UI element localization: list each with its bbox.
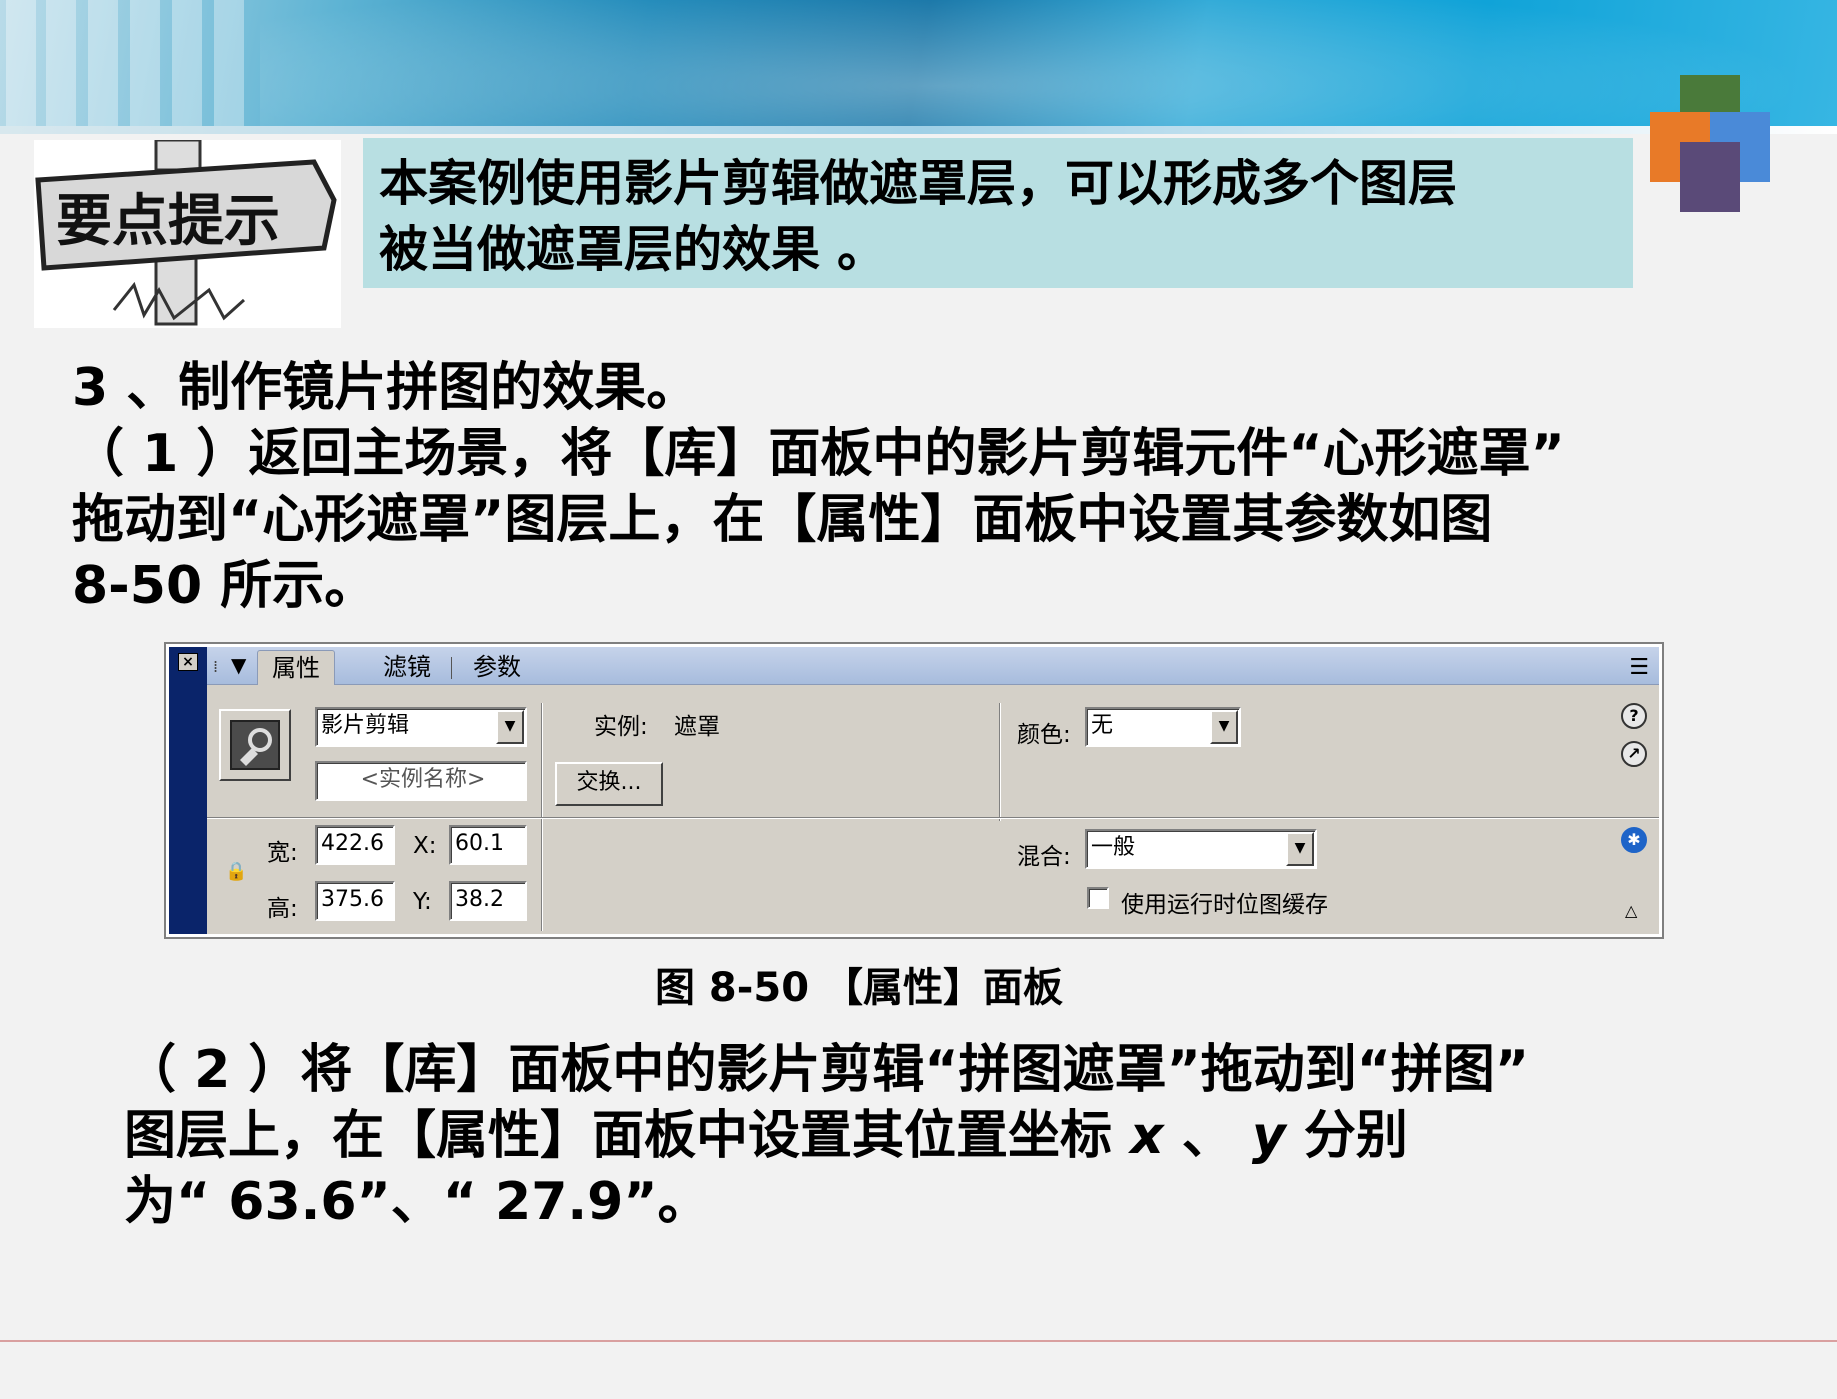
step2-text: 分别 [1285,1106,1408,1166]
step2-line: （ 2 ）将【库】面板中的影片剪辑“拼图遮罩”拖动到“拼图” [124,1040,1530,1100]
banner-stripe [130,0,160,134]
swap-button[interactable]: 交换... [555,762,663,806]
properties-panel: × ⁞ ▼ 属性 滤镜 参数 ☰ 影片剪辑 ▼ <实例名称> 实例: 遮罩 交换… [164,642,1664,939]
step1-line: 8-50 所示。 [72,556,377,616]
instance-label: 实例: [594,714,648,740]
collapse-arrow-icon[interactable]: ▼ [231,653,246,677]
bitmap-cache-checkbox[interactable] [1087,887,1109,909]
step1-line: 拖动到“心形遮罩”图层上，在【属性】面板中设置其参数如图 [72,490,1493,550]
banner-stripe [214,0,244,134]
step-heading: 3 、制作镜片拼图的效果。 [72,358,699,418]
blend-label: 混合: [1017,844,1071,870]
width-label: 宽: [267,840,298,866]
tab-properties[interactable]: 属性 [257,650,335,685]
instance-name-input[interactable]: <实例名称> [315,761,527,801]
step2-text: 、 [1163,1106,1252,1166]
tip-line: 本案例使用影片剪辑做遮罩层，可以形成多个图层 [379,154,1458,212]
x-label: X: [413,833,437,859]
height-label: 高: [267,896,298,922]
color-label: 颜色: [1017,722,1071,748]
width-input[interactable]: 422.6 [315,825,395,865]
y-input[interactable]: 38.2 [449,881,527,921]
lock-icon[interactable]: 🔒 [225,861,247,882]
step1-line: （ 1 ）返回主场景，将【库】面板中的影片剪辑元件“心形遮罩” [72,424,1565,484]
accessibility-icon[interactable]: ✱ [1621,827,1647,853]
x-input[interactable]: 60.1 [449,825,527,865]
bitmap-cache-label: 使用运行时位图缓存 [1121,892,1328,918]
chevron-down-icon[interactable]: ▼ [1210,710,1238,744]
expand-icon[interactable]: △ [1625,901,1637,920]
footer-rule [0,1340,1837,1342]
instance-value: 遮罩 [674,714,720,740]
panel-options-icon[interactable]: ☰ [1629,655,1649,680]
chevron-down-icon[interactable]: ▼ [1286,832,1314,866]
banner-stripe [46,0,76,134]
deco-square-green [1680,75,1740,115]
coord-y: y [1251,1106,1286,1166]
banner-stripe [88,0,118,134]
sign-text: 要点提示 [56,189,280,254]
movieclip-glyph [230,720,280,770]
panel-row-separator [207,817,1659,819]
blend-value: 一般 [1091,835,1136,860]
panel-titlebar: ⁞ ▼ 属性 滤镜 参数 ☰ [207,647,1659,685]
tab-filters[interactable]: 滤镜 [369,650,445,685]
help-icon[interactable]: ? [1621,703,1647,729]
panel-side-bar: × [169,647,207,934]
tip-sign: 要点提示 [34,138,341,328]
tab-parameters[interactable]: 参数 [459,650,535,685]
coord-x: x [1130,1106,1164,1166]
banner-stripe [172,0,202,134]
step2-line: 图层上，在【属性】面板中设置其位置坐标 x 、 y 分别 [124,1103,1529,1169]
symbol-type-value: 影片剪辑 [321,713,410,738]
chevron-down-icon[interactable]: ▼ [496,710,524,744]
step2-line: 为“ 63.6”、“ 27.9”。 [124,1172,710,1232]
tip-line: 被当做遮罩层的效果 。 [379,220,887,278]
y-label: Y: [413,889,432,915]
close-icon[interactable]: × [178,653,198,671]
panel-separator [999,703,1001,821]
signpost-illustration: 要点提示 [35,138,337,326]
movieclip-symbol-icon [219,709,291,781]
figure-caption: 图 8-50 【属性】面板 [655,965,1063,1011]
blend-select[interactable]: 一般 ▼ [1085,829,1317,869]
color-value: 无 [1091,713,1114,738]
step-item-2: （ 2 ）将【库】面板中的影片剪辑“拼图遮罩”拖动到“拼图” 图层上，在【属性】… [124,1037,1529,1235]
tab-separator [451,657,452,679]
color-select[interactable]: 无 ▼ [1085,707,1241,747]
header-banner [0,0,1837,134]
banner-stripe [6,0,36,134]
height-input[interactable]: 375.6 [315,881,395,921]
step2-text: 图层上，在【属性】面板中设置其位置坐标 [124,1106,1131,1166]
deco-square-purple [1680,142,1740,212]
tip-box: 本案例使用影片剪辑做遮罩层，可以形成多个图层 被当做遮罩层的效果 。 [363,138,1633,288]
step-item-1: （ 1 ）返回主场景，将【库】面板中的影片剪辑元件“心形遮罩” 拖动到“心形遮罩… [72,421,1565,619]
symbol-type-select[interactable]: 影片剪辑 ▼ [315,707,527,747]
edit-symbol-icon[interactable]: ↗ [1621,741,1647,767]
grip-icon[interactable]: ⁞ [213,657,218,676]
